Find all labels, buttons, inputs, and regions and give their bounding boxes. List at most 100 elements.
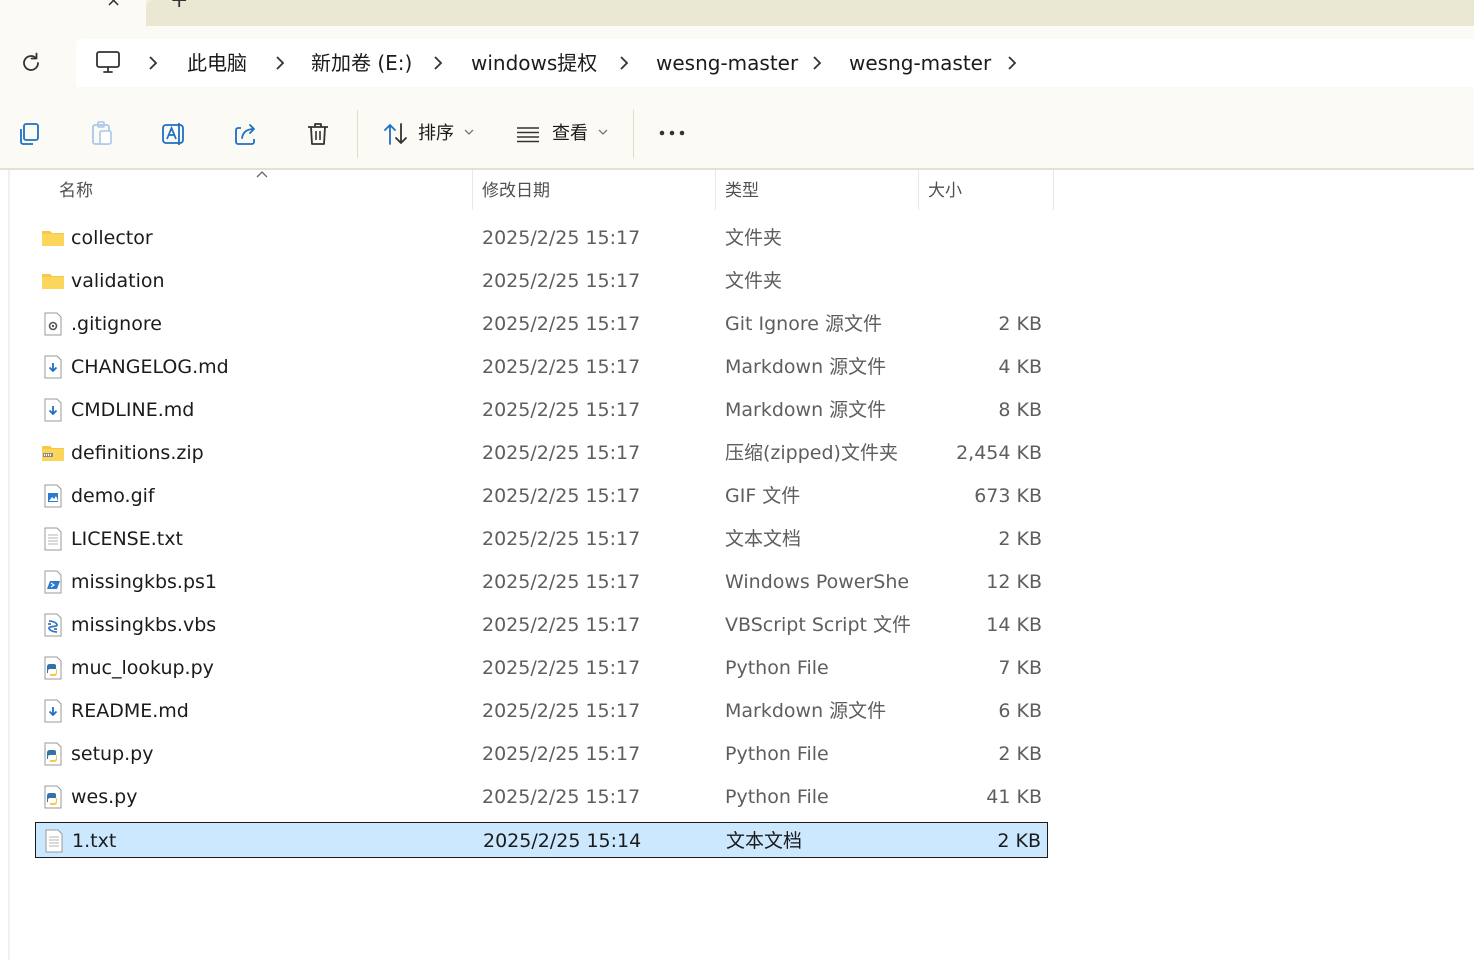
file-date: 2025/2/25 15:17 <box>482 614 641 636</box>
file-type: Git Ignore 源文件 <box>725 313 882 335</box>
file-size: 2 KB <box>998 528 1042 550</box>
file-name: muc_lookup.py <box>71 657 214 679</box>
command-bar: 排序 查看 <box>0 100 1474 170</box>
share-icon[interactable] <box>232 120 260 148</box>
file-name: validation <box>71 270 165 292</box>
new-tab-icon[interactable]: + <box>170 0 188 12</box>
computer-icon[interactable] <box>94 50 122 76</box>
navigation-pane-edge <box>8 170 10 960</box>
chevron-right-icon[interactable] <box>810 53 824 73</box>
file-date: 2025/2/25 15:17 <box>482 743 641 765</box>
active-tab[interactable] <box>0 0 146 26</box>
file-name: .gitignore <box>71 313 162 335</box>
markdown-file-icon <box>41 398 65 422</box>
file-row[interactable]: README.md 2025/2/25 15:17 Markdown 源文件 6 KB <box>35 693 1048 729</box>
file-size: 4 KB <box>998 356 1042 378</box>
sort-button[interactable]: 排序 <box>378 100 478 168</box>
sort-arrows-icon <box>384 123 407 145</box>
breadcrumb-drive-e[interactable]: 新加卷 (E:) <box>311 51 412 75</box>
column-header-type-label: 类型 <box>725 181 759 201</box>
file-size: 14 KB <box>986 614 1042 636</box>
file-row[interactable]: collector 2025/2/25 15:17 文件夹 <box>35 220 1048 256</box>
file-size: 12 KB <box>986 571 1042 593</box>
file-date: 2025/2/25 15:14 <box>483 830 642 852</box>
delete-icon[interactable] <box>304 120 332 148</box>
chevron-right-icon[interactable] <box>273 53 287 73</box>
file-type: 文件夹 <box>725 227 783 249</box>
file-size: 41 KB <box>986 786 1042 808</box>
file-size: 2,454 KB <box>956 442 1042 464</box>
file-type: 文件夹 <box>725 270 783 292</box>
file-name: CMDLINE.md <box>71 399 195 421</box>
sort-label: 排序 <box>418 123 454 144</box>
column-header-name[interactable] <box>35 170 472 210</box>
rename-icon[interactable] <box>160 120 188 148</box>
chevron-right-icon[interactable] <box>617 53 631 73</box>
chevron-right-icon[interactable] <box>1005 53 1019 73</box>
file-date: 2025/2/25 15:17 <box>482 700 641 722</box>
file-type: Python File <box>725 657 829 679</box>
file-date: 2025/2/25 15:17 <box>482 786 641 808</box>
python-file-icon <box>41 785 65 809</box>
tab-strip-empty <box>146 0 1474 26</box>
file-size: 7 KB <box>998 657 1042 679</box>
close-tab-icon[interactable]: × <box>106 0 121 10</box>
file-type: 压缩(zipped)文件夹 <box>725 442 898 464</box>
file-type: GIF 文件 <box>725 485 801 507</box>
powershell-file-icon <box>41 570 65 594</box>
more-options-icon[interactable] <box>658 123 686 143</box>
folder-icon <box>41 269 65 293</box>
breadcrumb-this-pc[interactable]: 此电脑 <box>187 51 247 75</box>
column-header-name-label: 名称 <box>59 181 93 201</box>
breadcrumb-wesng-master-1[interactable]: wesng-master <box>656 51 798 75</box>
file-size: 673 KB <box>974 485 1042 507</box>
file-size: 2 KB <box>998 313 1042 335</box>
markdown-file-icon <box>41 699 65 723</box>
file-name: CHANGELOG.md <box>71 356 229 378</box>
file-type: Markdown 源文件 <box>725 399 887 421</box>
breadcrumb-wesng-master-2[interactable]: wesng-master <box>849 51 991 75</box>
file-name: definitions.zip <box>71 442 204 464</box>
file-row[interactable]: validation 2025/2/25 15:17 文件夹 <box>35 263 1048 299</box>
address-bar[interactable]: 此电脑 新加卷 (E:) windows提权 wesng-master wesn… <box>76 39 1474 87</box>
file-row[interactable]: CHANGELOG.md 2025/2/25 15:17 Markdown 源文件 4… <box>35 349 1048 385</box>
file-row[interactable]: 1.txt 2025/2/25 15:14 文本文档 2 KB <box>35 822 1048 858</box>
text-file-icon <box>41 527 65 551</box>
text-file-icon <box>42 829 66 853</box>
file-row[interactable]: setup.py 2025/2/25 15:17 Python File 2 KB <box>35 736 1048 772</box>
file-row[interactable]: .gitignore 2025/2/25 15:17 Git Ignore 源文件 2… <box>35 306 1048 342</box>
file-row[interactable]: demo.gif 2025/2/25 15:17 GIF 文件 673 KB <box>35 478 1048 514</box>
file-row[interactable]: wes.py 2025/2/25 15:17 Python File 41 KB <box>35 779 1048 815</box>
file-name: README.md <box>71 700 189 722</box>
column-header-size-label: 大小 <box>928 181 962 201</box>
refresh-icon[interactable] <box>18 50 44 76</box>
file-type: Windows PowerShe... <box>725 571 910 593</box>
file-type: Python File <box>725 743 829 765</box>
file-row[interactable]: missingkbs.vbs 2025/2/25 15:17 VBScript Sc… <box>35 607 1048 643</box>
toolbar-divider <box>357 110 358 158</box>
chevron-right-icon[interactable] <box>146 53 160 73</box>
paste-icon[interactable] <box>88 120 116 148</box>
file-row[interactable]: missingkbs.ps1 2025/2/25 15:17 Windows Pow… <box>35 564 1048 600</box>
view-button[interactable]: 查看 <box>514 100 614 168</box>
file-date: 2025/2/25 15:17 <box>482 485 641 507</box>
chevron-right-icon[interactable] <box>431 53 445 73</box>
file-type: 文本文档 <box>725 528 802 550</box>
breadcrumb-windows-privesc[interactable]: windows提权 <box>471 51 597 75</box>
file-name: 1.txt <box>72 830 117 852</box>
file-type: 文本文档 <box>726 830 803 852</box>
file-row[interactable]: muc_lookup.py 2025/2/25 15:17 Python File 7… <box>35 650 1048 686</box>
copy-icon[interactable] <box>16 120 44 148</box>
image-file-icon <box>41 484 65 508</box>
tab-strip: × + <box>0 0 1474 26</box>
file-name: LICENSE.txt <box>71 528 183 550</box>
file-row[interactable]: definitions.zip 2025/2/25 15:17 压缩(zipped)… <box>35 435 1048 471</box>
column-divider[interactable] <box>1053 170 1054 210</box>
view-list-icon <box>517 127 539 143</box>
file-row[interactable]: CMDLINE.md 2025/2/25 15:17 Markdown 源文件 8 K… <box>35 392 1048 428</box>
file-row[interactable]: LICENSE.txt 2025/2/25 15:17 文本文档 2 KB <box>35 521 1048 557</box>
address-row: 此电脑 新加卷 (E:) windows提权 wesng-master wesn… <box>0 26 1474 102</box>
file-size: 2 KB <box>998 743 1042 765</box>
file-type: Markdown 源文件 <box>725 700 887 722</box>
chevron-down-icon <box>598 129 608 135</box>
